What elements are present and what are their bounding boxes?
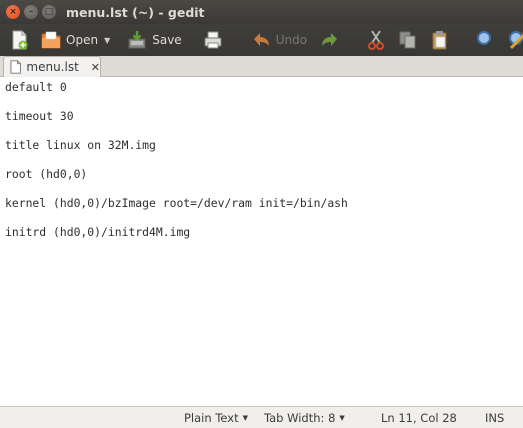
undo-label: Undo [275,33,308,47]
copy-button[interactable] [393,27,423,53]
editor-line[interactable]: root (hd0,0) [5,166,518,195]
redo-icon [322,33,338,46]
maximize-window-button[interactable]: □ [42,5,56,19]
save-button[interactable]: Save [122,27,185,53]
chevron-down-icon: ▼ [242,414,248,422]
language-label: Plain Text [184,411,239,425]
close-window-button[interactable]: × [6,5,20,19]
chevron-down-icon: ▼ [339,414,345,422]
document-icon [10,60,21,74]
editor-line[interactable]: default 0 [5,79,518,108]
save-icon [128,31,146,49]
find-button[interactable] [471,27,501,53]
toolbar: Open ▼ Save Undo [0,24,523,56]
minimize-window-button[interactable]: – [24,5,38,19]
save-label: Save [152,33,182,47]
new-document-icon [12,30,28,50]
cursor-position: Ln 11, Col 28 [381,411,457,425]
tab-width-selector[interactable]: Tab Width: 8 ▼ [264,411,345,425]
copy-icon [399,31,416,49]
tab-label: menu.lst [26,60,79,74]
tab-width-label: Tab Width: 8 [264,411,336,425]
editor-line[interactable]: timeout 30 [5,108,518,137]
editor-line[interactable]: kernel (hd0,0)/bzImage root=/dev/ram ini… [5,195,518,224]
text-editor[interactable]: default 0 timeout 30 title linux on 32M.… [0,77,523,406]
find-icon [477,31,496,50]
insert-mode: INS [485,411,505,425]
undo-button[interactable]: Undo [246,27,311,53]
new-document-button[interactable] [4,27,34,53]
redo-button[interactable] [315,27,345,53]
find-replace-icon [509,31,523,50]
print-button[interactable] [198,27,228,53]
title-bar: × – □ menu.lst (~) - gedit [0,0,523,24]
cut-icon [368,30,385,50]
chevron-down-icon[interactable]: ▼ [104,36,110,45]
editor-line[interactable]: initrd (hd0,0)/initrd4M.img [5,224,518,253]
open-folder-icon [41,31,61,49]
paste-icon [432,31,447,50]
window-title: menu.lst (~) - gedit [66,4,205,20]
find-replace-button[interactable] [503,27,523,53]
tab-strip: menu.lst ✕ [0,56,523,77]
undo-icon [253,33,269,46]
print-icon [204,31,222,49]
language-selector[interactable]: Plain Text ▼ [184,411,248,425]
editor-line[interactable]: title linux on 32M.img [5,137,518,166]
close-tab-icon[interactable]: ✕ [91,61,100,74]
open-button[interactable]: Open ▼ [36,27,114,53]
tab-menu-lst[interactable]: menu.lst ✕ [3,56,101,77]
status-bar: Plain Text ▼ Tab Width: 8 ▼ Ln 11, Col 28 … [0,406,523,428]
open-label: Open [66,33,99,47]
cut-button[interactable] [361,27,391,53]
paste-button[interactable] [425,27,455,53]
